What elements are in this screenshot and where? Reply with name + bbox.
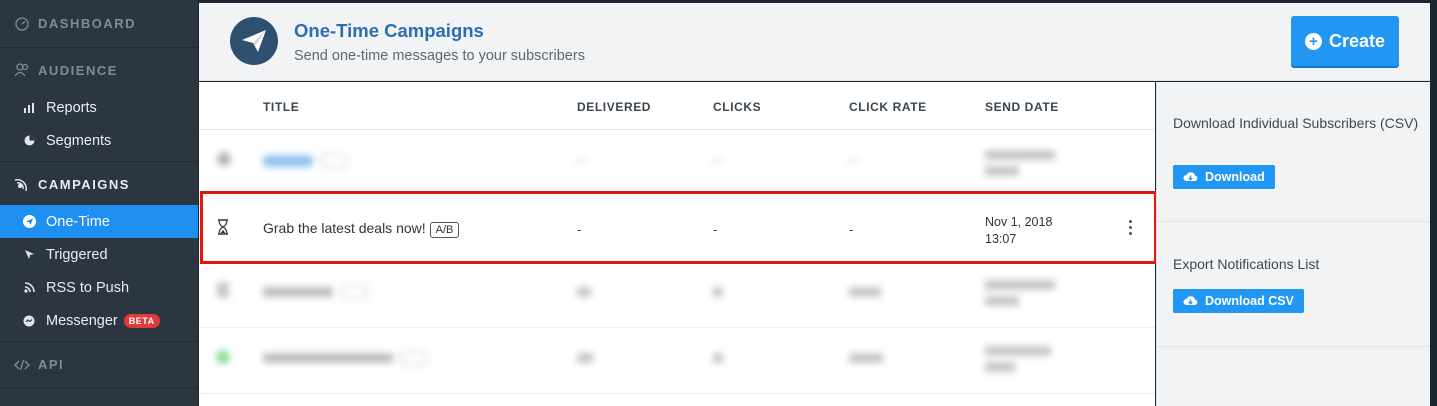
sidebar-campaigns-label: CAMPAIGNS <box>38 176 130 192</box>
sidebar-item-label: Segments <box>46 132 112 149</box>
sidebar-audience-label: AUDIENCE <box>38 62 118 78</box>
cloud-download-icon <box>1183 170 1198 185</box>
table-row[interactable] <box>199 328 1155 394</box>
delivered-value: - <box>577 222 582 237</box>
cursor-icon <box>22 249 36 260</box>
table-row-highlighted[interactable]: Grab the latest deals now! A/B - - - Nov … <box>199 196 1155 262</box>
subscribers-export-label: Download Individual Subscribers (CSV) <box>1173 115 1419 131</box>
notifications-export-label: Export Notifications List <box>1173 256 1320 272</box>
table-row[interactable] <box>199 130 1155 196</box>
sidebar-item-segments[interactable]: Segments <box>0 124 198 157</box>
paper-plane-icon <box>22 215 36 228</box>
create-button-label: Create <box>1328 30 1386 51</box>
campaign-title[interactable]: Grab the latest deals now! <box>263 220 426 236</box>
sidebar-dashboard-label: DASHBOARD <box>38 16 136 31</box>
rss-icon <box>22 282 36 293</box>
download-subscribers-button[interactable]: Download <box>1173 165 1275 189</box>
send-date-value: Nov 1, 2018 13:07 <box>985 214 1052 248</box>
notifications-export-section: Export Notifications List Download CSV <box>1157 222 1431 347</box>
beta-badge: BETA <box>123 313 160 328</box>
click-rate-value: - <box>849 222 854 237</box>
subscribers-export-section: Download Individual Subscribers (CSV) Do… <box>1157 82 1431 222</box>
sidebar-audience[interactable]: AUDIENCE <box>0 49 198 91</box>
send-date-day: Nov 1, 2018 <box>985 215 1053 229</box>
table-row[interactable] <box>199 262 1155 328</box>
code-icon <box>14 357 30 373</box>
sidebar-item-label: RSS to Push <box>46 279 130 296</box>
sidebar-item-rss-to-push[interactable]: RSS to Push <box>0 271 198 304</box>
campaigns-table: TITLE DELIVERED CLICKS CLICK RATE SEND D… <box>199 82 1155 406</box>
sidebar-item-one-time[interactable]: One-Time <box>0 205 198 238</box>
page-header: One-Time Campaigns Send one-time message… <box>199 3 1430 81</box>
sidebar-api-label: API <box>38 357 65 372</box>
download-subscribers-label: Download <box>1205 170 1265 184</box>
sidebar-item-label: One-Time <box>46 213 110 230</box>
bar-chart-icon <box>22 102 36 113</box>
sidebar-item-label: Triggered <box>46 246 108 263</box>
download-csv-button[interactable]: Download CSV <box>1173 289 1304 313</box>
ab-test-tag: A/B <box>429 222 460 238</box>
page-title: One-Time Campaigns <box>294 20 484 41</box>
sidebar-item-messenger[interactable]: Messenger BETA <box>0 304 198 337</box>
users-icon <box>14 62 30 78</box>
export-panel: Download Individual Subscribers (CSV) Do… <box>1156 82 1431 406</box>
hourglass-icon <box>217 219 229 238</box>
table-header: TITLE DELIVERED CLICKS CLICK RATE SEND D… <box>199 82 1155 130</box>
column-delivered[interactable]: DELIVERED <box>577 100 651 114</box>
page-subtitle: Send one-time messages to your subscribe… <box>294 48 585 64</box>
plus-icon: + <box>1304 32 1322 50</box>
download-csv-label: Download CSV <box>1205 294 1294 308</box>
clicks-value: - <box>713 222 718 237</box>
paper-plane-icon <box>230 17 278 65</box>
sidebar-campaigns[interactable]: CAMPAIGNS <box>0 163 198 205</box>
window-edge <box>1430 0 1437 406</box>
sidebar-item-label: Reports <box>46 99 97 116</box>
sidebar-api[interactable]: API <box>0 342 198 388</box>
create-button[interactable]: + Create <box>1291 16 1399 66</box>
column-title[interactable]: TITLE <box>263 100 299 114</box>
sidebar-item-reports[interactable]: Reports <box>0 91 198 124</box>
broadcast-icon <box>14 176 30 192</box>
campaign-title-cell: Grab the latest deals now! A/B <box>263 220 460 238</box>
sidebar: DASHBOARD AUDIENCE Reports Segments CAMP… <box>0 0 198 406</box>
pie-chart-icon <box>22 135 36 146</box>
sidebar-item-triggered[interactable]: Triggered <box>0 238 198 271</box>
column-clicks[interactable]: CLICKS <box>713 100 761 114</box>
column-send-date[interactable]: SEND DATE <box>985 100 1059 114</box>
messenger-icon <box>22 315 36 327</box>
send-date-time: 13:07 <box>985 232 1017 246</box>
gauge-icon <box>14 16 30 32</box>
cloud-download-icon <box>1183 294 1198 309</box>
row-menu-icon[interactable] <box>1129 220 1133 235</box>
sidebar-item-label: Messenger <box>46 312 118 329</box>
column-click-rate[interactable]: CLICK RATE <box>849 100 927 114</box>
sidebar-dashboard[interactable]: DASHBOARD <box>0 0 198 48</box>
